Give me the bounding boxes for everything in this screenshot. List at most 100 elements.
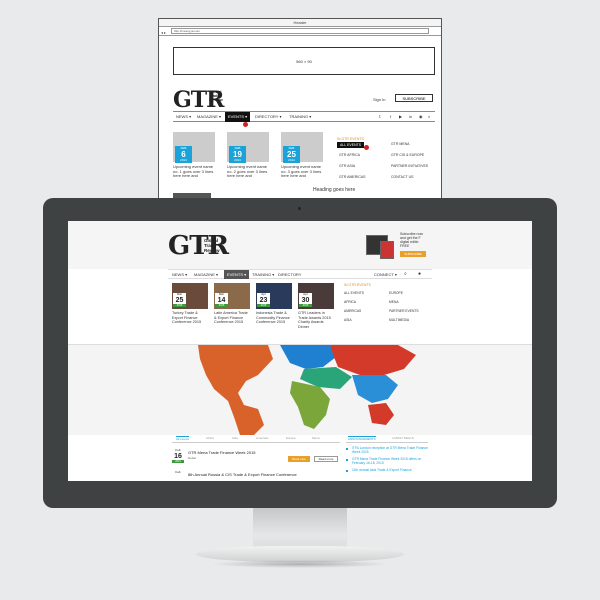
event-title[interactable]: 8th Annual Russia & CIS Trade & Export F… xyxy=(188,472,297,477)
event-card[interactable]: Apr 30 2015 GTR Leaders in Trade Awards 20… xyxy=(298,283,334,329)
event-card[interactable]: Apr 23 2015 Indonesia Trade & Commodity Fi… xyxy=(256,283,292,325)
event-name: Upcoming event name no. 1 goes over 3 li… xyxy=(173,164,214,178)
wireframe-window-title: Header xyxy=(159,19,441,27)
event-image: Mar 14 2015 xyxy=(214,283,250,309)
facebook-icon[interactable]: f xyxy=(390,112,391,122)
menu-item-all-events[interactable]: ALL EVENTS xyxy=(337,142,365,148)
wireframe-subscribe-button[interactable]: SUBSCRIBE xyxy=(395,94,433,102)
menu-item-multimedia[interactable]: MULTIMEDIA xyxy=(389,318,409,322)
world-map[interactable] xyxy=(68,345,532,435)
date-badge: Feb xyxy=(175,470,181,474)
announcement-link[interactable]: ITFA London reception at GTR Mena Trade … xyxy=(352,446,428,454)
wireframe-nav-directory[interactable]: DIRECTORY ▾ xyxy=(255,112,281,122)
tab-africa[interactable]: Africa xyxy=(206,436,214,440)
site-logo-subtitle: Global Trade Review xyxy=(204,238,220,253)
tab-latest-deals[interactable]: LATEST DEALS xyxy=(392,436,414,440)
menu-item-contact-us[interactable]: CONTACT US xyxy=(391,175,413,179)
event-image: Mar 25 2015 xyxy=(172,283,208,309)
event-image: Apr 30 2015 xyxy=(298,283,334,309)
announcement-link[interactable]: 11th annual Asia Trade & Export Finance xyxy=(352,468,428,472)
tab-americas[interactable]: Americas xyxy=(256,436,269,440)
linkedin-icon[interactable]: in xyxy=(409,112,412,122)
subscribe-promo[interactable]: Subscribe now and get the Fdigital editio… xyxy=(364,230,428,260)
nav-training[interactable]: TRAINING ▾ xyxy=(252,270,274,279)
wireframe-browser-window: Header ◂▸ http://mesuyya.com 560 × 90 GT… xyxy=(158,18,442,200)
tab-europe[interactable]: Europe xyxy=(286,436,296,440)
date-badge: FEB 6 2014 xyxy=(175,146,192,163)
date-badge: FEB 19 2014 xyxy=(229,146,246,163)
events-menu-heading: IN GTR EVENTS xyxy=(337,137,364,141)
menu-item-mena[interactable]: GTR MENA xyxy=(391,142,409,146)
bullet-icon xyxy=(346,459,348,461)
events-tabs: All events Africa Asia Americas Europe M… xyxy=(172,435,340,443)
date-badge: Mar 25 2015 xyxy=(173,292,186,307)
wireframe-event-card[interactable]: FEB 19 2014 Upcoming event name no. 2 goes… xyxy=(227,132,269,179)
event-location: Dubai xyxy=(188,456,196,460)
tab-mena[interactable]: Mena xyxy=(312,436,320,440)
date-badge: Apr 30 2015 xyxy=(299,292,312,307)
menu-item-europe[interactable]: EUROPE xyxy=(389,291,403,295)
cursor-dot-icon xyxy=(364,145,369,150)
bullet-icon xyxy=(346,448,348,450)
read-more-button[interactable]: Read more xyxy=(314,456,338,462)
nav-news[interactable]: NEWS ▾ xyxy=(172,270,187,279)
menu-item-partner-events[interactable]: PARTNER EVENTS xyxy=(389,309,419,313)
search-icon[interactable]: ⌕ xyxy=(428,112,430,122)
monitor-screen: GTR Global Trade Review Subscribe now and g… xyxy=(68,221,532,481)
wireframe-event-card[interactable]: FEB 25 2014 Upcoming event name no. 3 goes… xyxy=(281,132,323,179)
menu-item-mena[interactable]: MENA xyxy=(389,300,399,304)
date-badge: FEB 25 2014 xyxy=(283,146,300,163)
cursor-dot-icon xyxy=(243,122,248,127)
wireframe-nav-magazine[interactable]: MAGAZINE ▾ xyxy=(197,112,221,122)
menu-item-americas[interactable]: AMERICAS xyxy=(344,309,361,313)
menu-item-americas[interactable]: GTR AMERICAS xyxy=(339,175,365,179)
menu-item-partner-initiatives[interactable]: PARTNER INITIATIVES xyxy=(391,164,428,168)
twitter-icon[interactable]: 𝕥 xyxy=(379,112,381,122)
book-now-button[interactable]: Book now xyxy=(288,456,310,462)
map-region-russia xyxy=(330,345,416,375)
wireframe-address-bar: ◂▸ http://mesuyya.com xyxy=(159,27,441,36)
events-menu-heading: IN GTR EVENTS xyxy=(344,283,371,287)
nav-magazine[interactable]: MAGAZINE ▾ xyxy=(194,270,218,279)
announcement-link[interactable]: GTR Mena Trade Finance Week 2015 offers … xyxy=(352,457,428,465)
nav-events[interactable]: EVENTS ▾ xyxy=(224,270,250,279)
wireframe-logo-subtitle: Global Trade Review xyxy=(209,89,223,102)
event-name: Indonesia Trade & Commodity Finance Conf… xyxy=(256,311,290,324)
nav-connect[interactable]: CONNECT ▾ xyxy=(374,270,397,279)
promo-text: Subscribe now and get the Fdigital editio… xyxy=(400,232,423,248)
menu-item-all-events[interactable]: ALL EVENTS xyxy=(344,291,364,295)
youtube-icon[interactable]: ▶ xyxy=(399,112,402,122)
map-region-oceania xyxy=(368,403,394,425)
event-title[interactable]: GTR Mena Trade Finance Week 2015 xyxy=(188,450,256,455)
rss-icon[interactable]: ◉ xyxy=(419,112,423,122)
menu-item-asia[interactable]: ASIA xyxy=(344,318,352,322)
image-placeholder-icon: FEB 19 2014 xyxy=(227,132,269,163)
wireframe-sign-in-link[interactable]: Sign In xyxy=(373,97,385,102)
event-name: GTR Leaders in Trade Awards 2015 Charity… xyxy=(298,311,331,329)
date-badge: Apr 23 2015 xyxy=(257,292,270,307)
tab-asia[interactable]: Asia xyxy=(232,436,238,440)
wireframe-events-menu: IN GTR EVENTS ALL EVENTS GTR AFRICA GTR … xyxy=(337,137,437,179)
bullet-icon xyxy=(346,470,348,472)
promo-subscribe-button[interactable]: SUBSCRIBE xyxy=(400,251,426,257)
menu-item-africa[interactable]: GTR AFRICA xyxy=(339,153,360,157)
wireframe-nav-training[interactable]: TRAINING ▾ xyxy=(289,112,311,122)
user-icon[interactable]: ● xyxy=(418,270,421,279)
menu-item-cis-europe[interactable]: GTR CIS & EUROPE xyxy=(391,153,424,157)
site-header: GTR Global Trade Review Subscribe now and g… xyxy=(68,221,532,269)
wireframe-url-field[interactable]: http://mesuyya.com xyxy=(171,28,429,34)
wireframe-nav-events[interactable]: EVENTS ▾ xyxy=(225,112,251,122)
nav-directory[interactable]: DIRECTORY xyxy=(278,270,301,279)
events-dropdown-strip: Mar 25 2015 Turkey Trade & Export Finance … xyxy=(68,279,532,345)
image-placeholder-icon: FEB 25 2014 xyxy=(281,132,323,163)
tab-announcements[interactable]: ANNOUNCEMENTS xyxy=(348,436,376,441)
wireframe-event-card[interactable]: FEB 6 2014 Upcoming event name no. 1 goes … xyxy=(173,132,215,179)
event-card[interactable]: Mar 25 2015 Turkey Trade & Export Finance … xyxy=(172,283,208,325)
search-icon[interactable]: ⌕ xyxy=(404,270,407,279)
tab-all-events[interactable]: All events xyxy=(176,436,190,441)
menu-item-africa[interactable]: AFRICA xyxy=(344,300,356,304)
wireframe-heading: Heading goes here xyxy=(313,187,356,193)
wireframe-nav-news[interactable]: NEWS ▾ xyxy=(176,112,191,122)
event-card[interactable]: Mar 14 2015 Latin America Trade & Export F… xyxy=(214,283,250,325)
menu-item-asia[interactable]: GTR ASIA xyxy=(339,164,355,168)
